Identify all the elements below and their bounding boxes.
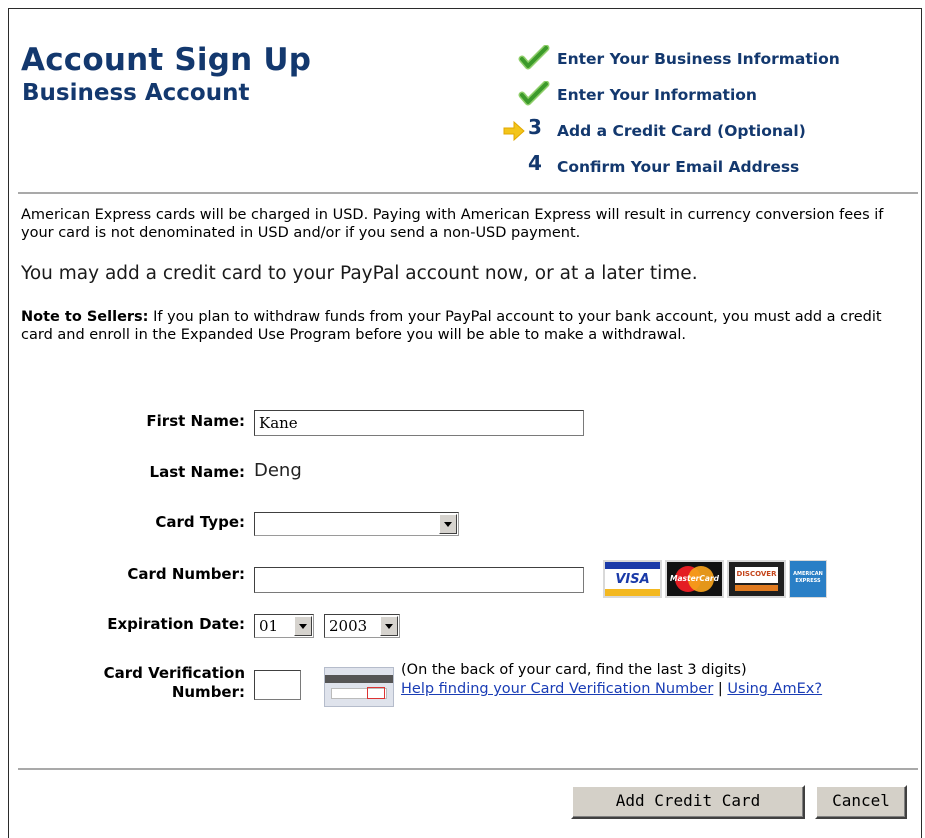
sellers-note: Note to Sellers: If you plan to withdraw… [21, 308, 901, 344]
cvv-label-line2: Number: [171, 683, 245, 701]
cancel-button[interactable]: Cancel [815, 785, 907, 819]
add-credit-card-button[interactable]: Add Credit Card [571, 785, 805, 819]
step-1: Enter Your Business Information [490, 44, 910, 73]
step-3-label: Add a Credit Card (Optional) [557, 122, 806, 140]
discover-logo: DISCOVER [727, 560, 786, 598]
chevron-down-icon[interactable] [294, 616, 312, 636]
exp-month-value: 01 [259, 617, 279, 635]
exp-year-select[interactable]: 2003 [324, 614, 400, 638]
amex-logo-text: AMERICAN EXPRESS [793, 571, 823, 584]
cvv-hint: (On the back of your card, find the last… [401, 662, 747, 678]
cvv-help-link[interactable]: Help finding your Card Verification Numb… [401, 681, 713, 697]
step-4-label: Confirm Your Email Address [557, 158, 800, 176]
first-name-input[interactable] [254, 410, 584, 436]
top-divider [18, 192, 918, 194]
amex-logo: AMERICAN EXPRESS [789, 560, 827, 598]
add-card-lead: You may add a credit card to your PayPal… [21, 263, 698, 284]
mastercard-logo: MasterCard [665, 560, 724, 598]
exp-year-value: 2003 [329, 617, 368, 635]
page-subtitle: Business Account [22, 80, 250, 106]
cvv-label-line1: Card Verification [103, 664, 245, 682]
sellers-note-label: Note to Sellers: [21, 309, 149, 325]
card-type-label: Card Type: [155, 513, 245, 531]
checkmark-icon [490, 80, 554, 109]
exp-month-select[interactable]: 01 [254, 614, 314, 638]
last-name-value: Deng [254, 460, 302, 481]
arrow-right-icon [490, 117, 554, 145]
card-back-icon [324, 667, 394, 707]
sellers-note-text: If you plan to withdraw funds from your … [21, 309, 882, 343]
amex-notice: American Express cards will be charged i… [21, 207, 884, 241]
discover-logo-text: DISCOVER [736, 570, 777, 578]
visa-logo: VISA [603, 560, 662, 598]
card-number-label: Card Number: [127, 565, 245, 583]
step-2: Enter Your Information [490, 80, 910, 109]
checkmark-icon [490, 44, 554, 73]
bottom-divider [18, 768, 918, 770]
visa-logo-text: VISA [615, 572, 650, 587]
last-name-label: Last Name: [149, 463, 245, 481]
cvv-input[interactable] [254, 670, 301, 700]
step-1-label: Enter Your Business Information [557, 50, 840, 68]
first-name-label: First Name: [146, 412, 245, 430]
card-type-select[interactable] [254, 512, 459, 536]
step-2-label: Enter Your Information [557, 86, 757, 104]
chevron-down-icon[interactable] [380, 616, 398, 636]
mastercard-logo-text: MasterCard [670, 574, 719, 583]
cvv-help: (On the back of your card, find the last… [401, 661, 822, 699]
chevron-down-icon[interactable] [439, 514, 457, 534]
link-separator: | [717, 681, 723, 697]
page-title: Account Sign Up [21, 42, 312, 78]
step-3: 3 Add a Credit Card (Optional) [490, 115, 910, 145]
amex-help-link[interactable]: Using AmEx? [727, 681, 822, 697]
cvv-label: Card Verification Number: [104, 664, 245, 702]
step-4-number: 4 [528, 151, 542, 175]
card-number-input[interactable] [254, 567, 584, 593]
step-3-number: 3 [528, 115, 542, 139]
expiration-label: Expiration Date: [107, 615, 245, 633]
step-4: 4 Confirm Your Email Address [490, 151, 910, 181]
